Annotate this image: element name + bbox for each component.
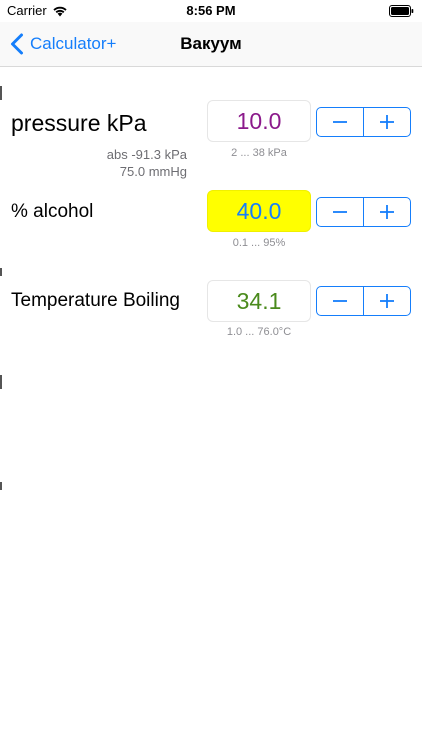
edge-mark <box>0 86 2 100</box>
back-button[interactable]: Calculator+ <box>10 22 116 66</box>
battery-icon <box>389 5 414 17</box>
pressure-range: 2 ... 38 kPa <box>231 147 287 159</box>
navigation-bar: Calculator+ Вакуум <box>0 22 422 67</box>
boiling-range: 1.0 ... 76.0°C <box>226 326 292 338</box>
back-button-label: Calculator+ <box>30 34 117 53</box>
boiling-label: Temperature Boiling <box>11 290 180 311</box>
plus-icon <box>380 205 394 219</box>
plus-icon <box>380 115 394 129</box>
plus-icon <box>380 294 394 308</box>
pressure-stepper <box>316 107 411 137</box>
minus-icon <box>333 300 347 302</box>
status-bar: Carrier 8:56 PM <box>0 0 422 22</box>
edge-mark <box>0 268 2 276</box>
edge-mark <box>0 482 2 490</box>
pressure-increment-button[interactable] <box>364 108 410 136</box>
alcohol-label: % alcohol <box>11 201 94 222</box>
alcohol-input[interactable]: 40.0 <box>207 190 311 232</box>
chevron-left-icon <box>11 33 23 55</box>
minus-icon <box>333 211 347 213</box>
edge-mark <box>0 375 2 389</box>
boiling-value[interactable]: 34.1 <box>207 280 311 322</box>
minus-icon <box>333 121 347 123</box>
pressure-input[interactable]: 10.0 <box>207 100 311 142</box>
pressure-label: pressure kPa <box>11 110 147 136</box>
pressure-mmhg: 75.0 mmHg <box>119 164 187 179</box>
boiling-increment-button[interactable] <box>364 287 410 315</box>
pressure-abs: abs -91.3 kPa <box>106 147 187 162</box>
boiling-decrement-button[interactable] <box>317 287 363 315</box>
status-time: 8:56 PM <box>186 3 236 18</box>
alcohol-stepper <box>316 197 411 227</box>
alcohol-decrement-button[interactable] <box>317 198 363 226</box>
boiling-stepper <box>316 286 411 316</box>
pressure-decrement-button[interactable] <box>317 108 363 136</box>
alcohol-increment-button[interactable] <box>364 198 410 226</box>
alcohol-range: 0.1 ... 95% <box>232 237 286 249</box>
